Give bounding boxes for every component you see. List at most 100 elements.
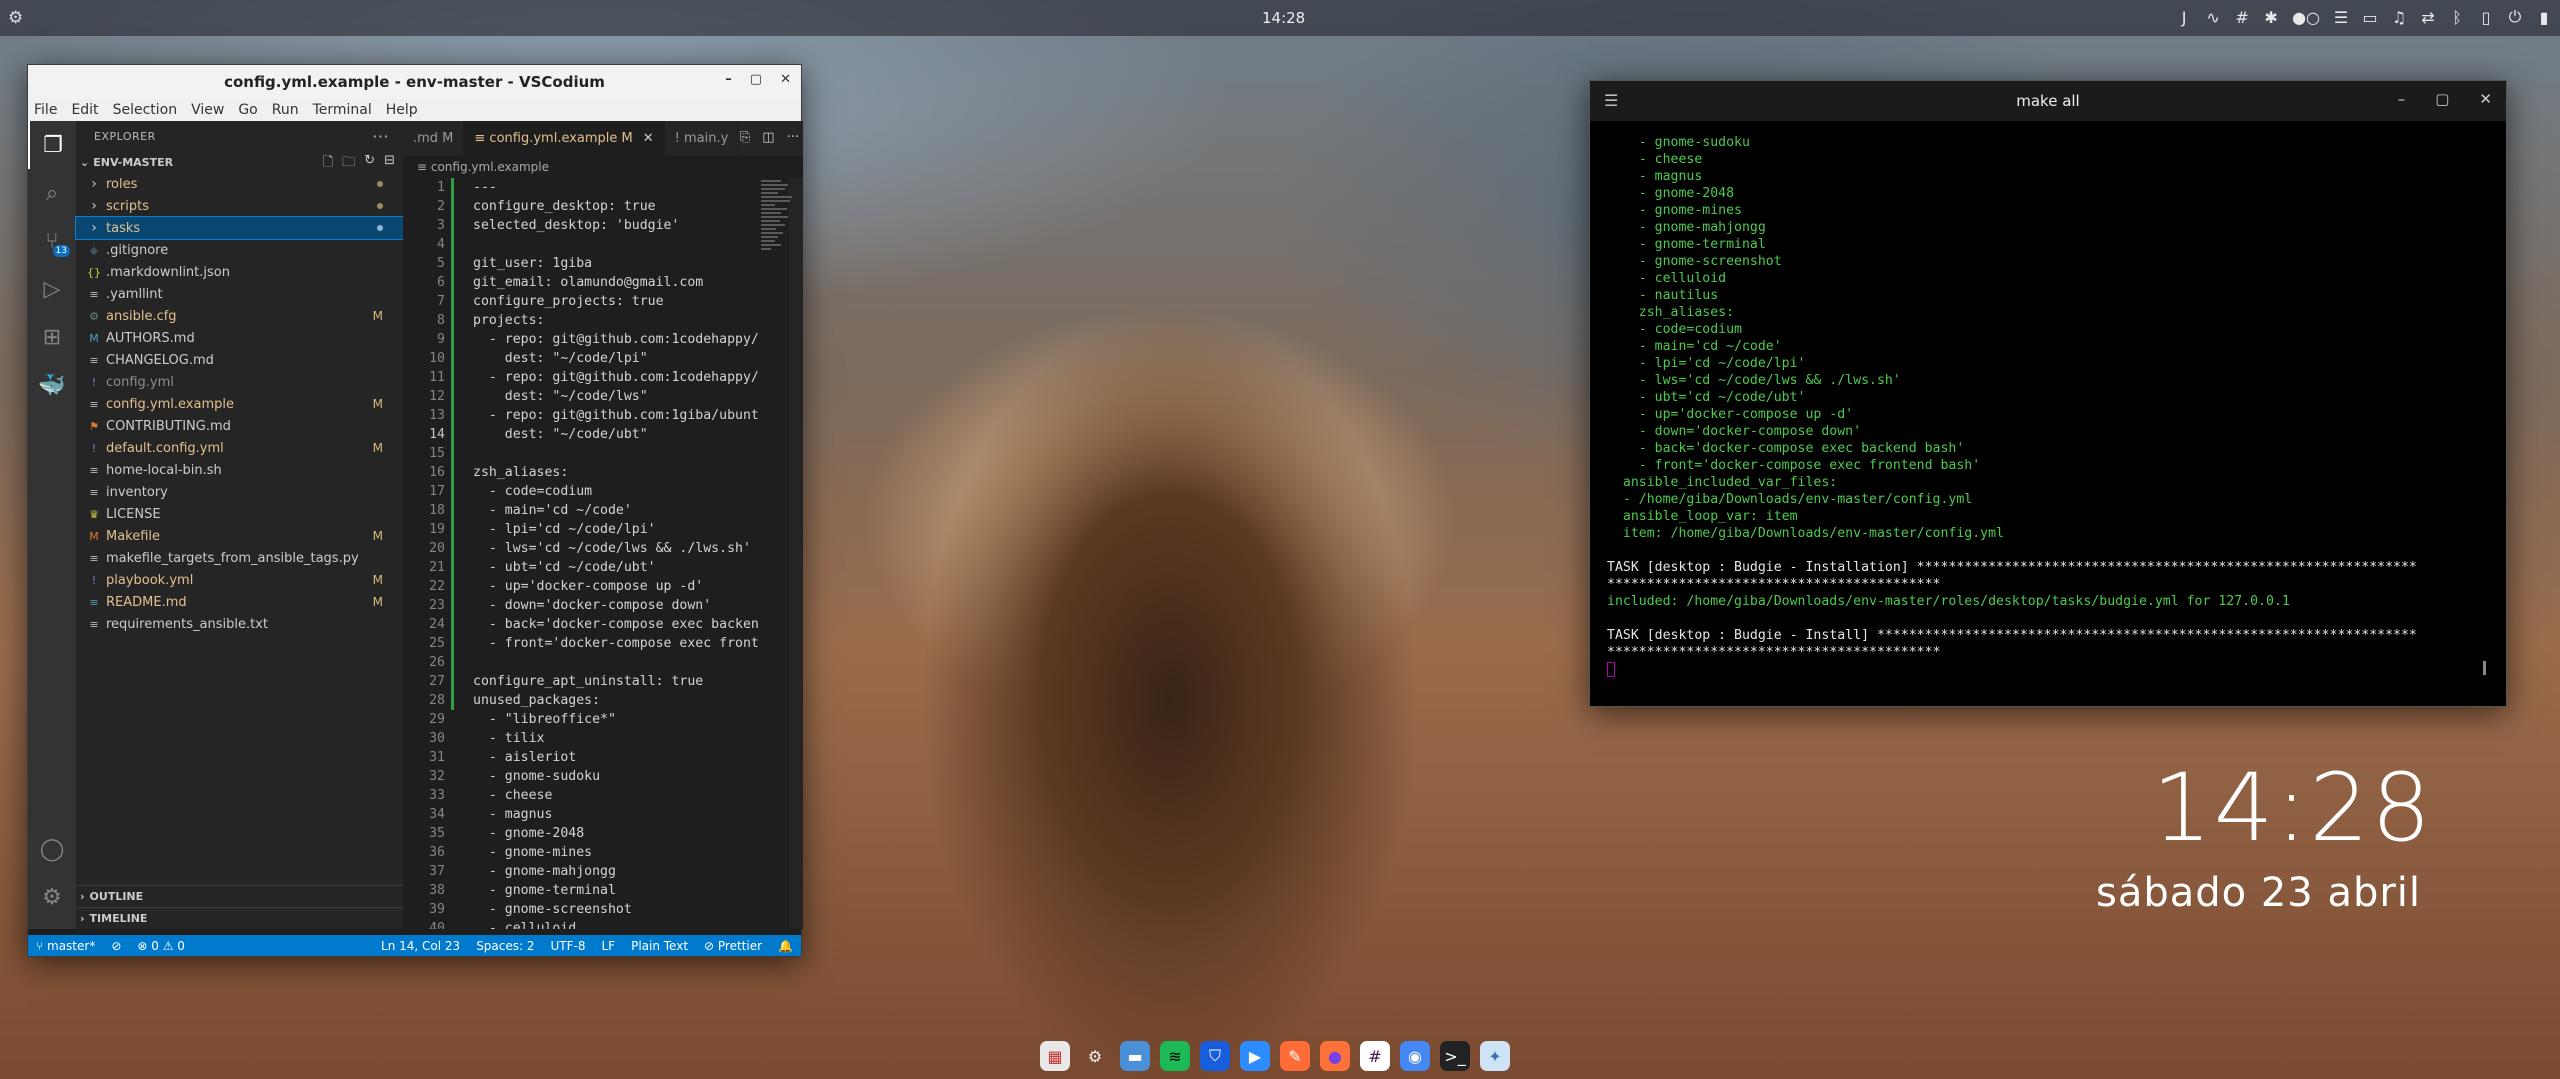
eol-status[interactable]: LF	[593, 939, 623, 953]
settings-tray-icon[interactable]: ✱	[2263, 8, 2279, 27]
workspace-indicator-icon[interactable]: ●○	[2292, 8, 2320, 27]
maximize-icon[interactable]: ▢	[750, 72, 762, 87]
folder-item[interactable]: › tasks	[75, 216, 404, 240]
file-item[interactable]: ◆ .gitignore	[76, 239, 403, 261]
problems-status[interactable]: ⊗ 0 ⚠ 0	[129, 939, 193, 953]
file-item[interactable]: ♛ LICENSE	[76, 503, 403, 525]
slack-tray-icon[interactable]: #	[2234, 8, 2250, 27]
window-title-bar[interactable]: config.yml.example - env-master - VSCodi…	[28, 65, 801, 99]
language-status[interactable]: Plain Text	[623, 939, 696, 953]
panel-clock[interactable]: 14:28	[1262, 9, 1305, 27]
menu-item-go[interactable]: Go	[238, 102, 257, 118]
branch-status[interactable]: ⑂ master*	[28, 939, 103, 953]
terminal-title-bar[interactable]: ☰ make all – ▢ ✕	[1590, 81, 2506, 121]
budgie-menu-icon[interactable]: ⚙	[8, 8, 28, 28]
open-changes-icon[interactable]: ⎘	[740, 130, 750, 145]
file-item[interactable]: ≡ CHANGELOG.md	[76, 349, 403, 371]
outline-section[interactable]: › OUTLINE	[76, 885, 403, 907]
prettier-status[interactable]: ⊘ Prettier	[696, 939, 770, 953]
menu-item-run[interactable]: Run	[272, 102, 299, 118]
budgie-settings-app-icon[interactable]: ✦	[1480, 1041, 1510, 1071]
editor-tab[interactable]: .md M	[403, 121, 465, 156]
power-icon[interactable]: ⏻	[2507, 7, 2523, 27]
more-icon[interactable]: ···	[787, 130, 799, 145]
file-item[interactable]: {} .markdownlint.json	[76, 261, 403, 283]
collapse-all-icon[interactable]: ⊟	[384, 153, 395, 175]
file-item[interactable]: ≡ inventory	[76, 481, 403, 503]
folder-icon[interactable]: ▭	[2362, 8, 2378, 27]
file-item[interactable]: ≡ config.yml.example M	[76, 393, 403, 415]
minimize-icon[interactable]: –	[2398, 90, 2406, 108]
editor-tab[interactable]: ! main.y	[665, 121, 740, 156]
menu-item-terminal[interactable]: Terminal	[313, 102, 372, 118]
split-editor-icon[interactable]: ◫	[762, 130, 774, 145]
postman-app-icon[interactable]: ✎	[1280, 1041, 1310, 1071]
minimize-icon[interactable]: –	[725, 72, 732, 87]
search-icon[interactable]: ⌕	[28, 169, 76, 217]
source-control-icon[interactable]: ⑂ 13	[28, 217, 76, 265]
network-icon[interactable]: ⇄	[2420, 8, 2436, 27]
editor-tab[interactable]: ≡ config.yml.example M ✕	[464, 121, 665, 156]
hamburger-menu-icon[interactable]: ☰	[1604, 91, 1618, 110]
menu-item-file[interactable]: File	[34, 102, 57, 118]
file-item[interactable]: ! config.yml	[76, 371, 403, 393]
timeline-section[interactable]: › TIMELINE	[76, 907, 403, 929]
list-icon[interactable]: ☰	[2333, 8, 2349, 27]
file-item[interactable]: ⚑ CONTRIBUTING.md	[76, 415, 403, 437]
explorer-icon[interactable]: ❐	[28, 121, 76, 169]
menu-item-help[interactable]: Help	[386, 102, 418, 118]
cursor-position[interactable]: Ln 14, Col 23	[373, 939, 468, 953]
run-debug-icon[interactable]: ▷	[28, 265, 76, 313]
folder-item[interactable]: › scripts	[76, 195, 403, 217]
bluetooth-icon[interactable]: ᛒ	[2449, 8, 2465, 27]
menu-item-selection[interactable]: Selection	[113, 102, 178, 118]
menu-item-view[interactable]: View	[191, 102, 224, 118]
docker-icon[interactable]: 🐳	[28, 361, 76, 409]
editor-scrollbar[interactable]	[789, 178, 803, 929]
folder-item[interactable]: › roles	[76, 173, 403, 195]
terminal-output[interactable]: - gnome-sudoku - cheese - magnus - gnome…	[1607, 134, 2497, 678]
terminal-scrollbar[interactable]	[2483, 661, 2486, 675]
refresh-icon[interactable]: ↻	[364, 153, 375, 175]
file-item[interactable]: ≡ requirements_ansible.txt	[76, 613, 403, 635]
slack-app-icon[interactable]: #	[1360, 1041, 1390, 1071]
new-file-icon[interactable]: 🗋	[323, 153, 333, 175]
zoom-app-icon[interactable]: ▶	[1240, 1041, 1270, 1071]
encoding-status[interactable]: UTF-8	[543, 939, 594, 953]
firefox-app-icon[interactable]: ●	[1320, 1041, 1350, 1071]
file-item[interactable]: ≡ home-local-bin.sh	[76, 459, 403, 481]
chromium-app-icon[interactable]: ◉	[1400, 1041, 1430, 1071]
file-item[interactable]: M Makefile M	[76, 525, 403, 547]
file-item[interactable]: ! default.config.yml M	[76, 437, 403, 459]
bitwarden-app-icon[interactable]: ⛉	[1200, 1041, 1230, 1071]
file-item[interactable]: ≡ README.md M	[76, 591, 403, 613]
file-item[interactable]: ⚙ ansible.cfg M	[76, 305, 403, 327]
file-item[interactable]: M AUTHORS.md	[76, 327, 403, 349]
battery-icon[interactable]: ▯	[2478, 8, 2494, 27]
indentation-status[interactable]: Spaces: 2	[468, 939, 542, 953]
menu-item-edit[interactable]: Edit	[71, 102, 98, 118]
terminal-app-icon[interactable]: >_	[1440, 1041, 1470, 1071]
accounts-icon[interactable]: ◯	[28, 825, 76, 873]
close-tab-icon[interactable]: ✕	[643, 131, 654, 146]
notifications-icon[interactable]: ♫	[2391, 8, 2407, 27]
calendar-app-icon[interactable]: ▦	[1040, 1041, 1070, 1071]
raven-icon[interactable]: ▮	[2536, 8, 2552, 27]
maximize-icon[interactable]: ▢	[2435, 90, 2449, 108]
file-item[interactable]: ≡ makefile_targets_from_ansible_tags.py	[76, 547, 403, 569]
breadcrumb[interactable]: ≡ config.yml.example	[403, 156, 803, 178]
sync-status[interactable]: ⊘	[103, 939, 129, 953]
close-icon[interactable]: ✕	[780, 72, 791, 87]
file-item[interactable]: ≡ .yamllint	[76, 283, 403, 305]
settings-app-icon[interactable]: ⚙	[1080, 1041, 1110, 1071]
code-editor[interactable]: 1 --- 2 configure_desktop: true 3 selected_de…	[403, 178, 763, 929]
new-folder-icon[interactable]: 🗀	[342, 153, 355, 175]
spotify-app-icon[interactable]: ≋	[1160, 1041, 1190, 1071]
close-icon[interactable]: ✕	[2479, 90, 2492, 108]
notifications-bell-icon[interactable]: 🔔	[770, 939, 801, 953]
files-app-icon[interactable]: ▬	[1120, 1041, 1150, 1071]
root-folder-header[interactable]: ⌄ ENV-MASTER 🗋 🗀 ↻ ⊟	[76, 151, 403, 173]
app-tray-icon[interactable]: J	[2176, 8, 2192, 27]
file-item[interactable]: ! playbook.yml M	[76, 569, 403, 591]
extensions-icon[interactable]: ⊞	[28, 313, 76, 361]
